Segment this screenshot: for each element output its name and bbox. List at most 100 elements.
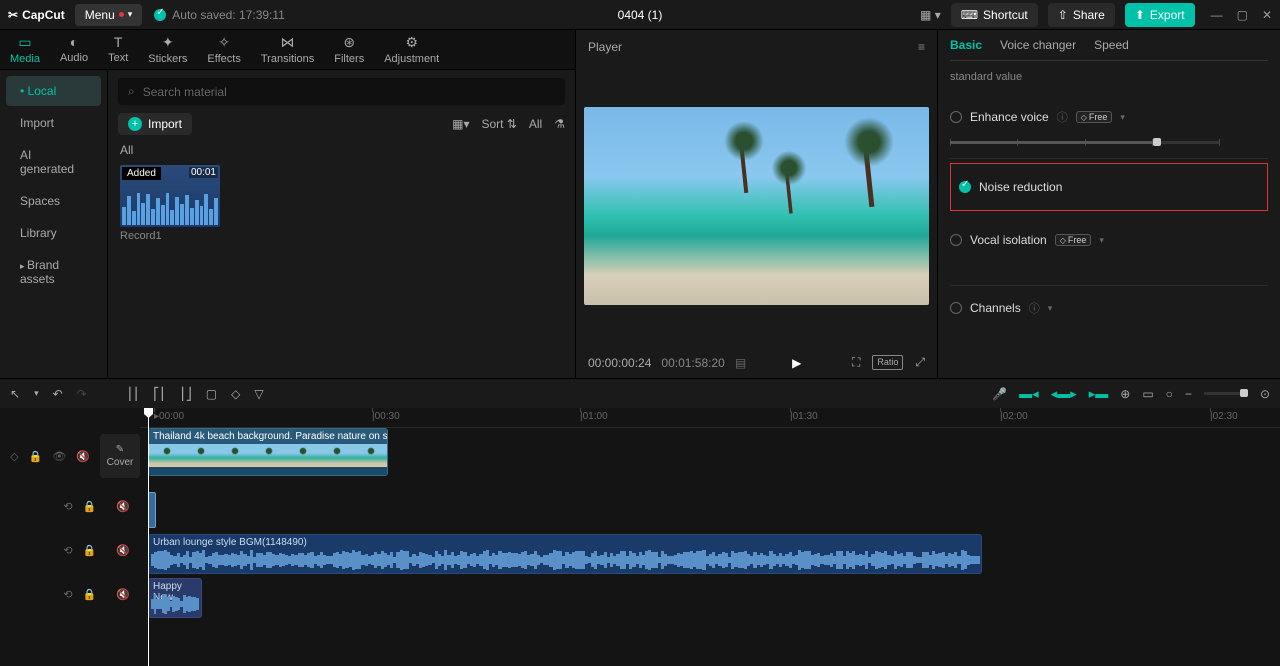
pointer-icon[interactable]: ↖ xyxy=(10,387,20,401)
props-tab-voice-changer[interactable]: Voice changer xyxy=(1000,38,1076,52)
mute-icon[interactable]: 🔇 xyxy=(116,500,130,513)
enhance-voice-radio[interactable] xyxy=(950,111,962,123)
filter-all[interactable]: All xyxy=(529,117,542,131)
track-toggle-icon[interactable]: ◇ xyxy=(10,450,18,463)
chevron-down-icon[interactable]: ▾ xyxy=(1120,112,1125,123)
search-input[interactable]: ⌕ Search material xyxy=(118,78,565,105)
zoom-out-icon[interactable]: ○ xyxy=(1166,387,1173,401)
magnet-icon[interactable]: ◂▬▸ xyxy=(1051,386,1077,402)
zoom-slider[interactable] xyxy=(1204,392,1248,395)
fullscreen-icon[interactable]: ⤢ xyxy=(915,355,925,370)
track-toggle-icon[interactable]: ⟲ xyxy=(63,544,72,557)
props-tab-basic[interactable]: Basic xyxy=(950,38,982,52)
noise-reduction-highlight: Noise reduction xyxy=(950,163,1268,211)
menu-button[interactable]: Menu▾ xyxy=(75,4,143,26)
playhead[interactable] xyxy=(148,408,149,666)
close-icon[interactable]: ✕ xyxy=(1262,8,1272,22)
app-logo-icon: ✂ xyxy=(8,8,18,22)
nav-local[interactable]: • Local xyxy=(6,76,101,106)
video-clip[interactable]: Thailand 4k beach background. Paradise n… xyxy=(148,428,388,476)
marker-icon[interactable]: ◇ xyxy=(231,387,240,401)
timeline-ruler[interactable]: ▸00:00 |00:30 |01:00 |01:30 |02:00 |02:3… xyxy=(140,408,1280,428)
topbar: ✂ CapCut Menu▾ Auto saved: 17:39:11 0404… xyxy=(0,0,1280,30)
timeline[interactable]: ▸00:00 |00:30 |01:00 |01:30 |02:00 |02:3… xyxy=(0,408,1280,666)
nav-library[interactable]: Library xyxy=(6,218,101,248)
track-toggle-icon[interactable]: ⟲ xyxy=(63,500,72,513)
redo-icon[interactable]: ↷ xyxy=(77,387,87,401)
crop-icon[interactable]: ⛶ xyxy=(852,355,860,370)
app-name: CapCut xyxy=(22,8,65,22)
props-tab-speed[interactable]: Speed xyxy=(1094,38,1129,52)
mute-icon[interactable]: 🔇 xyxy=(116,544,130,557)
cover-button[interactable]: ✎ Cover xyxy=(100,434,140,478)
nav-import[interactable]: Import xyxy=(6,108,101,138)
mute-icon[interactable]: 🔇 xyxy=(116,588,130,601)
maximize-icon[interactable]: ▢ xyxy=(1237,8,1248,22)
track-toggle-icon[interactable]: ⟲ xyxy=(63,588,72,601)
link-icon[interactable]: ⊕ xyxy=(1120,387,1130,401)
ratio-button[interactable]: Ratio xyxy=(872,355,903,370)
trim-left-icon[interactable]: ⎡⎮ xyxy=(153,387,165,401)
plus-icon: + xyxy=(128,117,142,131)
share-button[interactable]: ⇧Share xyxy=(1048,3,1115,27)
grid-view-icon[interactable]: ▦▾ xyxy=(452,117,469,131)
split-icon[interactable]: ⎮⎮ xyxy=(127,387,140,401)
lock-icon[interactable]: 🔒 xyxy=(83,544,97,557)
shortcut-button[interactable]: ⌨Shortcut xyxy=(951,3,1038,27)
nav-brand[interactable]: Brand assets xyxy=(6,250,101,294)
tab-media[interactable]: ▭Media xyxy=(0,30,50,69)
enhance-voice-slider[interactable] xyxy=(950,141,1220,144)
lock-icon[interactable]: 🔒 xyxy=(29,450,43,463)
player-canvas[interactable] xyxy=(584,107,929,305)
media-item[interactable]: Added 00:01 Record1 xyxy=(120,165,220,242)
recording-clip[interactable] xyxy=(148,492,156,528)
audio-clip[interactable]: Urban lounge style BGM(1148490) xyxy=(148,534,982,574)
mic-icon[interactable]: 🎤 xyxy=(992,387,1007,401)
delete-icon[interactable]: ▢ xyxy=(206,387,217,401)
nav-spaces[interactable]: Spaces xyxy=(6,186,101,216)
magnet-right-icon[interactable]: ▸▬ xyxy=(1089,386,1109,402)
adjustment-icon: ⚙ xyxy=(405,34,418,51)
mute-icon[interactable]: 🔇 xyxy=(76,450,90,463)
standard-value-label: standard value xyxy=(950,71,1268,83)
info-icon[interactable]: ⓘ xyxy=(1029,300,1040,316)
chevron-down-icon[interactable]: ▾ xyxy=(1099,235,1104,246)
section-all: All xyxy=(120,143,563,157)
trim-right-icon[interactable]: ⎮⎦ xyxy=(180,387,192,401)
channels-radio[interactable] xyxy=(950,302,962,314)
noise-reduction-radio[interactable] xyxy=(959,181,971,193)
import-button[interactable]: + Import xyxy=(118,113,192,135)
tab-audio[interactable]: ◐Audio xyxy=(50,30,98,69)
sort-button[interactable]: Sort ⇅ xyxy=(481,117,516,131)
audio-clip[interactable]: Happy New xyxy=(148,578,202,618)
chevron-down-icon[interactable]: ▾ xyxy=(34,388,39,399)
eye-icon[interactable]: 👁 xyxy=(52,450,66,463)
info-icon[interactable]: ⓘ xyxy=(1057,109,1068,125)
layout-icon[interactable]: ▦ ▾ xyxy=(920,8,941,22)
nav-ai[interactable]: AI generated xyxy=(6,140,101,184)
compare-icon[interactable]: ▤ xyxy=(735,356,746,370)
chevron-down-icon[interactable]: ▾ xyxy=(1048,303,1053,314)
preview-icon[interactable]: ▭ xyxy=(1142,387,1153,401)
undo-icon[interactable]: ↶ xyxy=(53,387,63,401)
media-panel: ⌕ Search material + Import ▦▾ Sort ⇅ All… xyxy=(108,30,575,378)
tab-stickers[interactable]: ✦Stickers xyxy=(138,30,197,69)
lock-icon[interactable]: 🔒 xyxy=(83,588,97,601)
bookmark-icon[interactable]: ▽ xyxy=(254,387,263,401)
lock-icon[interactable]: 🔒 xyxy=(83,500,97,513)
export-button[interactable]: ⬆Export xyxy=(1125,3,1195,27)
minimize-icon[interactable]: ― xyxy=(1211,8,1223,22)
tab-effects[interactable]: ✧Effects xyxy=(197,30,250,69)
vocal-isolation-radio[interactable] xyxy=(950,234,962,246)
tab-transitions[interactable]: ⋈Transitions xyxy=(251,30,324,69)
magnet-left-icon[interactable]: ▬◂ xyxy=(1019,386,1039,402)
transitions-icon: ⋈ xyxy=(281,34,295,51)
zoom-fit-icon[interactable]: ⊙ xyxy=(1260,387,1270,401)
tab-adjustment[interactable]: ⚙Adjustment xyxy=(374,30,449,69)
tab-text[interactable]: TText xyxy=(98,30,138,69)
player-menu-icon[interactable]: ≡ xyxy=(918,40,925,54)
tab-filters[interactable]: ⊛Filters xyxy=(324,30,374,69)
minus-icon[interactable]: − xyxy=(1185,387,1192,401)
filter-icon[interactable]: ⚗ xyxy=(554,117,565,131)
play-button[interactable]: ▶ xyxy=(792,356,801,370)
